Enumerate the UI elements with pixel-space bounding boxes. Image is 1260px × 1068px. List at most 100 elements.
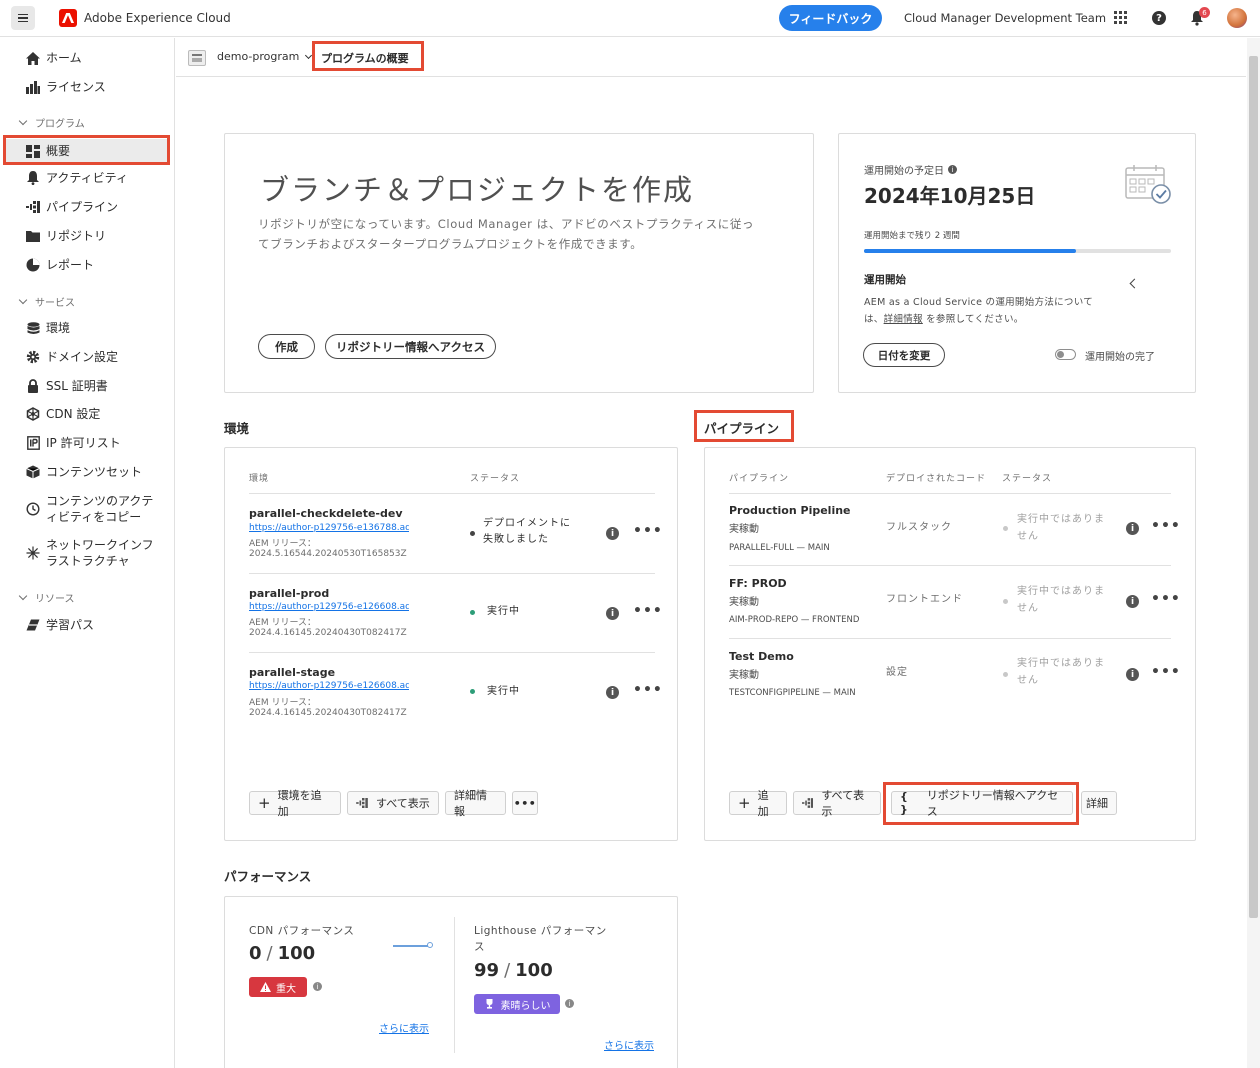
- go-live-date: 2024年10月25日: [864, 184, 1036, 208]
- create-button[interactable]: 作成: [258, 334, 315, 359]
- show-all-pipelines-button[interactable]: すべて表示: [793, 789, 881, 818]
- go-live-heading: 運用開始: [864, 274, 906, 286]
- sidebar-item-label: CDN 設定: [46, 407, 101, 421]
- info-icon[interactable]: i: [565, 999, 574, 1008]
- sidebar-item-network[interactable]: ネットワークインフ ラストラクチャ: [0, 537, 175, 569]
- sidebar-item-content-set[interactable]: コンテンツセット: [0, 464, 175, 480]
- performance-card: CDN パフォーマンス 0/100 重大 i さらに表示 Lighthouse …: [224, 896, 678, 1068]
- menu-toggle-button[interactable]: [11, 6, 35, 30]
- divider: [249, 652, 655, 653]
- sidebar-item-pipeline[interactable]: パイプライン: [0, 199, 175, 215]
- access-repo-info-button[interactable]: リポジトリー情報へアクセス: [325, 334, 496, 359]
- adobe-logo-icon[interactable]: [59, 9, 77, 27]
- sidebar-item-ip-allowlist[interactable]: IP 許可リスト: [0, 435, 175, 451]
- go-live-progress-bar: [864, 249, 1171, 253]
- section-service-toggle[interactable]: サービス: [18, 294, 75, 309]
- change-date-button[interactable]: 日付を変更: [863, 343, 945, 367]
- learn-more-link[interactable]: 詳細情報: [884, 314, 923, 325]
- pie-chart-icon: [25, 257, 41, 273]
- details-button[interactable]: 詳細情報: [445, 789, 506, 818]
- go-live-label: 運用開始の予定日 i: [864, 162, 957, 177]
- more-actions-icon[interactable]: •••: [633, 523, 663, 539]
- sidebar-item-repository[interactable]: リポジトリ: [0, 228, 175, 244]
- add-environment-button[interactable]: + 環境を追加: [249, 789, 341, 818]
- more-actions-icon[interactable]: •••: [633, 682, 663, 698]
- pipeline-name[interactable]: Test Demo: [729, 650, 794, 663]
- highlight-page-title: [312, 41, 424, 71]
- network-icon: [25, 545, 41, 561]
- go-live-text-prefix: は、: [864, 314, 884, 325]
- pipeline-status-line1: 実行中ではありま: [1017, 586, 1105, 597]
- feedback-button[interactable]: フィードバック: [779, 5, 882, 31]
- section-program-toggle[interactable]: プログラム: [18, 115, 85, 130]
- info-icon[interactable]: i: [1126, 668, 1139, 681]
- more-actions-button[interactable]: •••: [512, 791, 538, 815]
- sidebar-item-copy-content[interactable]: コンテンツのアクテ ィビティをコピー: [0, 493, 175, 525]
- info-icon[interactable]: i: [606, 607, 619, 620]
- pipeline-repo: PARALLEL-FULL — MAIN: [729, 543, 830, 553]
- go-live-text-line2: は、詳細情報 を参照してください。: [864, 311, 1024, 325]
- status-dot-failed: [470, 531, 475, 536]
- deployed-code: 設定: [886, 667, 908, 678]
- more-actions-icon[interactable]: •••: [1151, 591, 1181, 607]
- sidebar-item-label: リポジトリ: [46, 229, 107, 243]
- env-name[interactable]: parallel-stage: [249, 666, 335, 679]
- sidebar-item-ssl[interactable]: SSL 証明書: [0, 378, 175, 394]
- user-avatar[interactable]: [1227, 8, 1247, 28]
- program-selector[interactable]: demo-program: [217, 50, 313, 63]
- critical-badge: 重大: [249, 977, 307, 997]
- pipeline-name[interactable]: Production Pipeline: [729, 504, 851, 517]
- env-url-link[interactable]: https://author-p129756-e126608.adobeaemc…: [249, 681, 409, 691]
- app-title[interactable]: Adobe Experience Cloud: [84, 11, 231, 25]
- more-actions-icon[interactable]: •••: [1151, 664, 1181, 680]
- env-url-link[interactable]: https://author-p129756-e136788.adobeaemc…: [249, 523, 409, 533]
- info-icon[interactable]: i: [606, 686, 619, 699]
- info-icon[interactable]: i: [948, 165, 957, 174]
- env-name[interactable]: parallel-checkdelete-dev: [249, 507, 402, 520]
- page-scrollbar[interactable]: [1247, 38, 1260, 1068]
- more-actions-icon[interactable]: •••: [633, 603, 663, 619]
- pipeline-name[interactable]: FF: PROD: [729, 577, 787, 590]
- sidebar-item-environment[interactable]: 環境: [0, 320, 175, 336]
- badge-label: 重大: [276, 983, 296, 995]
- info-icon[interactable]: i: [606, 527, 619, 540]
- org-switcher[interactable]: Cloud Manager Development Team: [904, 11, 1106, 25]
- info-icon[interactable]: i: [1126, 595, 1139, 608]
- sidebar-item-home[interactable]: ホーム: [0, 50, 175, 66]
- section-resource-toggle[interactable]: リソース: [18, 590, 75, 605]
- status-dot-running: [470, 689, 475, 694]
- env-status: 実行中: [487, 606, 520, 617]
- col-header-status: ステータス: [1002, 474, 1053, 484]
- hamburger-icon: [18, 14, 28, 22]
- col-header-status: ステータス: [470, 474, 521, 484]
- sidebar-item-learning-path[interactable]: 学習パス: [0, 617, 175, 633]
- lighthouse-see-more-link[interactable]: さらに表示: [604, 1037, 654, 1052]
- help-icon[interactable]: ?: [1152, 11, 1166, 25]
- pipeline-status-line1: 実行中ではありま: [1017, 514, 1105, 525]
- sidebar-item-label: レポート: [46, 258, 95, 272]
- details-button[interactable]: 詳細: [1081, 791, 1117, 815]
- chevron-left-icon[interactable]: [1129, 278, 1140, 289]
- col-header-pipeline: パイプライン: [729, 474, 790, 484]
- env-name[interactable]: parallel-prod: [249, 587, 329, 600]
- col-header-deployed-code: デプロイされたコード: [886, 474, 987, 484]
- env-release-version: 2024.4.16145.20240430T082417Z: [249, 708, 407, 718]
- cdn-see-more-link[interactable]: さらに表示: [379, 1020, 429, 1035]
- sidebar-item-report[interactable]: レポート: [0, 257, 175, 273]
- info-icon[interactable]: i: [1126, 522, 1139, 535]
- sidebar-item-domain[interactable]: ドメイン設定: [0, 349, 175, 365]
- env-url-link[interactable]: https://author-p129756-e126608.adobeaemc…: [249, 602, 409, 612]
- sidebar-item-license[interactable]: ライセンス: [0, 79, 175, 95]
- info-icon[interactable]: i: [313, 982, 322, 991]
- divider: [729, 638, 1171, 639]
- go-live-complete-toggle[interactable]: [1055, 349, 1076, 360]
- sidebar-item-cdn[interactable]: CDN 設定: [0, 406, 175, 422]
- apps-grid-icon[interactable]: [1114, 11, 1128, 25]
- sidebar-item-activity[interactable]: アクティビティ: [0, 170, 175, 186]
- show-all-environments-button[interactable]: すべて表示: [347, 791, 439, 815]
- scrollbar-thumb[interactable]: [1249, 56, 1258, 918]
- more-actions-icon[interactable]: •••: [1151, 518, 1181, 534]
- environments-card: 環境 ステータス parallel-checkdelete-dev https:…: [224, 447, 678, 841]
- hero-description-line1: リポジトリが空になっています。Cloud Manager は、アドビのベストプラ…: [258, 217, 755, 231]
- add-pipeline-button[interactable]: + 追加: [729, 789, 787, 818]
